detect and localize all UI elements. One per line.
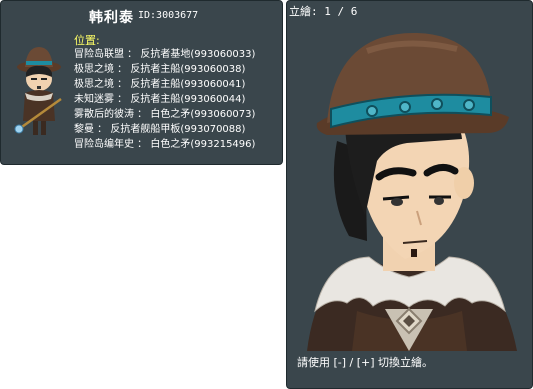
location-list: 冒险岛联盟 ： 反抗者基地(993060033) 极思之境 ： 反抗者主船(99… <box>74 47 255 152</box>
location-entry: 冒险岛编年史 ： 白色之矛(993215496) <box>74 139 256 150</box>
portrait-panel: 立繪: 1 / 6 請使用 [-] / [+] 切換立繪。 <box>286 0 533 389</box>
location-entry: 未知迷雾 ： 反抗者主船(993060044) <box>74 94 246 105</box>
npc-sprite-icon <box>14 47 62 135</box>
npc-name: 韩利泰 <box>89 10 134 26</box>
location-entry: 黎曼 ： 反抗者舰船甲板(993070088) <box>74 124 246 135</box>
npc-id: ID:3003677 <box>138 10 199 21</box>
location-title: 位置: <box>74 34 100 47</box>
npc-info-panel: 韩利泰 ID:3003677 位置: 冒险岛联盟 ： 反抗者基地(9930600… <box>0 0 283 165</box>
portrait-hint: 請使用 [-] / [+] 切換立繪。 <box>297 356 434 369</box>
location-entry: 雾散后的彼涛 ： 白色之矛(993060073) <box>74 109 256 120</box>
location-entry: 极思之境 ： 反抗者主船(993060041) <box>74 79 246 90</box>
location-entry: 冒险岛联盟 ： 反抗者基地(993060033) <box>74 49 256 60</box>
location-entry: 极思之境 ： 反抗者主船(993060038) <box>74 64 246 75</box>
npc-portrait-icon <box>307 32 517 351</box>
